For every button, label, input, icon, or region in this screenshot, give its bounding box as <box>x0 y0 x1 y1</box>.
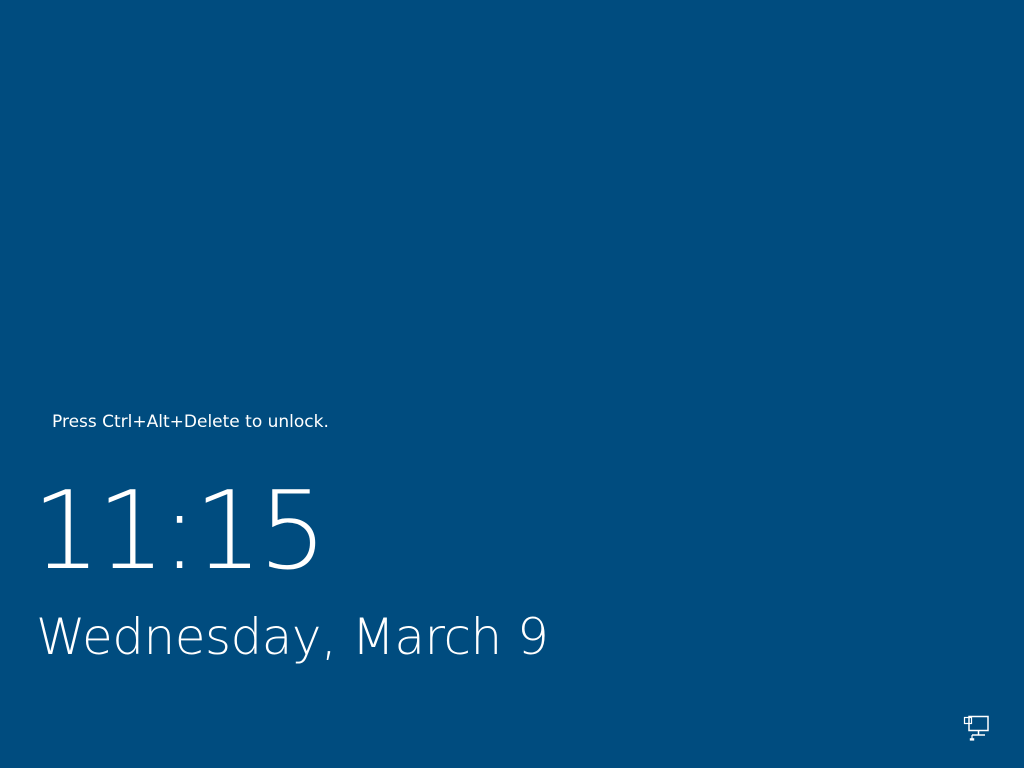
network-button[interactable] <box>960 712 992 744</box>
clock-time: 11:15 <box>32 469 327 594</box>
network-icon <box>962 714 990 742</box>
unlock-hint: Press Ctrl+Alt+Delete to unlock. <box>52 412 329 432</box>
clock-date: Wednesday, March 9 <box>36 608 549 666</box>
lock-screen[interactable]: Press Ctrl+Alt+Delete to unlock. 11:15 W… <box>0 0 1024 768</box>
